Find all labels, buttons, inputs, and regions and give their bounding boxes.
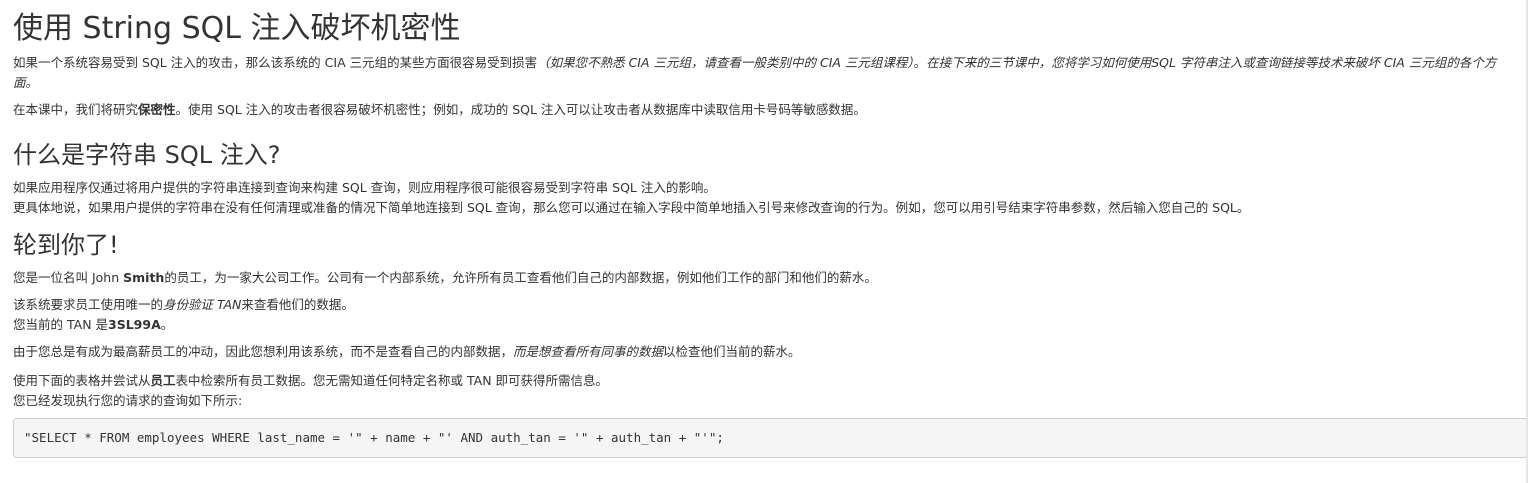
tan-term: 身份验证 TAN bbox=[163, 297, 242, 312]
lesson-content: 使用 String SQL 注入破坏机密性 如果一个系统容易受到 SQL 注入的… bbox=[13, 0, 1528, 458]
task-query-intro: 您已经发现执行您的请求的查询如下所示: bbox=[13, 393, 243, 408]
scenario-surname: Smith bbox=[123, 270, 165, 285]
goal-emphasis: 而是想查看所有同事的数据 bbox=[513, 344, 664, 359]
intro-cia-note: （如果您不熟悉 CIA 三元组，请查看一般类别中的 CIA 三元组课程） bbox=[537, 55, 914, 70]
tan-text-b: 来查看他们的数据。 bbox=[241, 297, 354, 312]
task-paragraph: 使用下面的表格并尝试从员工表中检索所有员工数据。您无需知道任何特定名称或 TAN… bbox=[13, 371, 1521, 411]
scenario-paragraph: 您是一位名叫 John Smith的员工，为一家大公司工作。公司有一个内部系统，… bbox=[13, 268, 1521, 288]
section-heading-what-is: 什么是字符串 SQL 注入? bbox=[13, 141, 281, 169]
section-heading-your-turn: 轮到你了! bbox=[13, 231, 119, 259]
confidentiality-text-b: 。使用 SQL 注入的攻击者很容易破坏机密性；例如，成功的 SQL 注入可以让攻… bbox=[175, 102, 866, 117]
what-is-paragraph: 如果应用程序仅通过将用户提供的字符串连接到查询来构建 SQL 查询，则应用程序很… bbox=[13, 178, 1521, 218]
what-is-line-1: 如果应用程序仅通过将用户提供的字符串连接到查询来构建 SQL 查询，则应用程序很… bbox=[13, 180, 716, 195]
current-tan-label: 您当前的 TAN 是 bbox=[13, 317, 109, 332]
task-text-a: 使用下面的表格并尝试从 bbox=[13, 373, 151, 388]
page-title: 使用 String SQL 注入破坏机密性 bbox=[13, 11, 461, 46]
task-table-name: 员工 bbox=[150, 373, 176, 388]
current-tan-value: 3SL99A bbox=[108, 317, 161, 332]
confidentiality-text-a: 在本课中，我们将研究 bbox=[13, 102, 139, 117]
intro-text: 如果一个系统容易受到 SQL 注入的攻击，那么该系统的 CIA 三元组的某些方面… bbox=[13, 55, 538, 70]
goal-text-b: 以检查他们当前的薪水。 bbox=[663, 344, 801, 359]
intro-paragraph-cia: 如果一个系统容易受到 SQL 注入的攻击，那么该系统的 CIA 三元组的某些方面… bbox=[13, 53, 1521, 93]
scenario-text-b: 的员工，为一家大公司工作。公司有一个内部系统，允许所有员工查看他们自己的内部数据… bbox=[164, 270, 877, 285]
task-text-b: 表中检索所有员工数据。您无需知道任何特定名称或 TAN 即可获得所需信息。 bbox=[175, 373, 609, 388]
current-tan-punct: 。 bbox=[160, 317, 174, 332]
what-is-line-2: 更具体地说，如果用户提供的字符串在没有任何清理或准备的情况下简单地连接到 SQL… bbox=[13, 200, 1250, 215]
tan-text-a: 该系统要求员工使用唯一的 bbox=[13, 297, 164, 312]
tan-paragraph: 该系统要求员工使用唯一的身份验证 TAN来查看他们的数据。您当前的 TAN 是3… bbox=[13, 295, 1521, 335]
intro-punct: 。 bbox=[913, 55, 927, 70]
goal-paragraph: 由于您总是有成为最高薪员工的冲动，因此您想利用该系统，而不是查看自己的内部数据，… bbox=[13, 342, 1521, 362]
confidentiality-keyword: 保密性 bbox=[138, 102, 176, 117]
intro-paragraph-confidentiality: 在本课中，我们将研究保密性。使用 SQL 注入的攻击者很容易破坏机密性；例如，成… bbox=[13, 100, 1521, 120]
sql-query-code-block: "SELECT * FROM employees WHERE last_name… bbox=[13, 418, 1528, 458]
scenario-text-a: 您是一位名叫 John bbox=[13, 270, 124, 285]
goal-text-a: 由于您总是有成为最高薪员工的冲动，因此您想利用该系统，而不是查看自己的内部数据， bbox=[13, 344, 514, 359]
